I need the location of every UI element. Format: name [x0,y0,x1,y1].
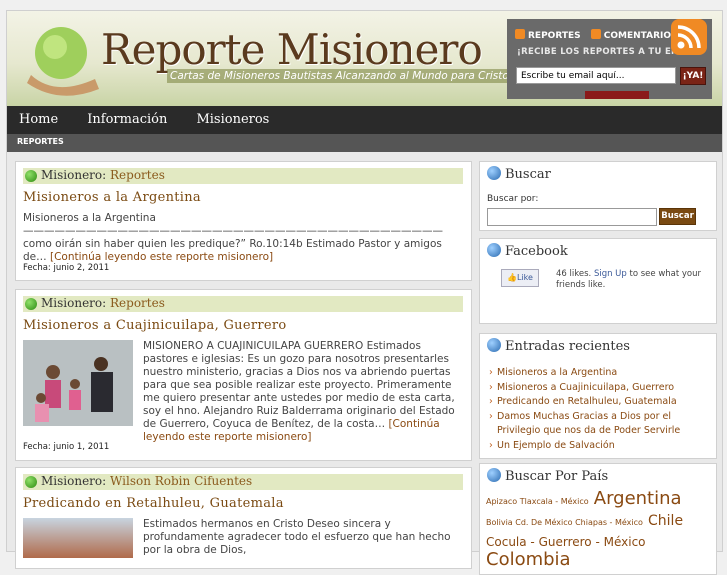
facebook-signup-link[interactable]: Sign Up [594,269,627,279]
search-widget: Buscar Buscar por: Buscar [479,161,717,231]
country-tag-cloud: Apizaco Tlaxcala - México Argentina Boli… [486,490,712,569]
post-excerpt: Estimados hermanos en Cristo Deseo since… [143,518,451,556]
subnav-reportes[interactable]: REPORTES [17,137,64,146]
country-tag[interactable]: Apizaco Tlaxcala - México [486,497,589,506]
subscribe-button[interactable]: ¡YA! [680,67,706,85]
widget-heading: Facebook [487,243,568,259]
recent-post-link[interactable]: Misioneros a la Argentina [489,366,697,381]
post-excerpt: Misioneros a la Argentina ——————————————… [23,212,443,263]
post-title[interactable]: Misioneros a Cuajinicuilapa, Guerrero [23,318,286,333]
country-tag[interactable]: Colombia [486,549,571,570]
rss-icon [590,29,601,39]
read-more-link[interactable]: [Continúa leyendo este reporte misionero… [50,251,273,263]
search-label: Buscar por: [487,194,539,204]
family-photo [23,340,133,426]
church-photo [23,518,133,558]
globe-icon [487,166,501,180]
recent-posts-widget: Entradas recientes Misioneros a la Argen… [479,333,717,459]
post-category-bar: Misionero: Wilson Robin Cifuentes [23,474,463,490]
recent-posts-list: Misioneros a la Argentina Misioneros a C… [489,366,697,453]
page-frame: Reporte Misionero Cartas de Misioneros B… [6,10,723,575]
widget-heading: Buscar [487,166,551,182]
rss-symbol-icon [677,25,701,49]
globe-in-hands-logo [27,27,99,96]
recent-post-link[interactable]: Predicando en Retalhuleu, Guatemala [489,395,697,410]
family-photo-image [23,340,133,426]
post-excerpt: MISIONERO A CUAJINICUILAPA GUERRERO Esti… [143,340,455,443]
category-link[interactable]: Wilson Robin Cifuentes [110,474,252,488]
post-category-bar: Misionero: Reportes [23,296,463,312]
email-input[interactable] [516,67,676,84]
facebook-widget: Facebook 👍Like 46 likes. Sign Up to see … [479,238,717,324]
globe-icon [487,468,501,482]
globe-icon [487,338,501,352]
green-bullet-icon [25,170,37,182]
post-date: Fecha: junio 2, 2011 [23,263,110,273]
recent-post-link[interactable]: Damos Muchas Gracias a Dios por el Privi… [489,410,697,439]
post: Misionero: Reportes Misioneros a la Arge… [15,161,472,281]
nav-misioneros[interactable]: Misioneros [184,106,281,134]
category-link[interactable]: Reportes [110,296,165,310]
nav-informacion[interactable]: Información [75,106,179,134]
post-title[interactable]: Predicando en Retalhuleu, Guatemala [23,496,284,511]
recent-post-link[interactable]: Misioneros a Cuajinicuilapa, Guerrero [489,381,697,396]
widget-heading: Entradas recientes [487,338,630,354]
site-header: Reporte Misionero Cartas de Misioneros B… [7,11,722,106]
post-date: Fecha: junio 1, 2011 [23,442,110,452]
country-tag[interactable]: Chile [648,513,683,529]
sub-nav: REPORTES [7,134,722,152]
search-input[interactable] [487,208,657,226]
green-bullet-icon [25,298,37,310]
country-tag[interactable]: Bolivia Cd. De México Chiapas - México [486,518,643,527]
site-title[interactable]: Reporte Misionero [101,25,483,74]
comentarios-feed-link[interactable]: COMENTARIOS [604,31,678,41]
reportes-feed-link[interactable]: REPORTES [528,31,581,41]
thumbs-up-icon: 👍 [507,273,517,282]
rss-icon [515,29,525,39]
post-category-bar: Misionero: Reportes [23,168,463,184]
country-tag[interactable]: Argentina [594,488,682,509]
facebook-like-button[interactable]: 👍Like [501,269,539,287]
nav-home[interactable]: Home [7,106,70,134]
globe-icon [487,243,501,257]
post-category: Misionero: Wilson Robin Cifuentes [41,474,253,488]
post-title[interactable]: Misioneros a la Argentina [23,190,201,205]
country-tag[interactable]: Cocula - Guerrero - México [486,535,646,549]
green-bullet-icon [25,476,37,488]
post: Misionero: Reportes Misioneros a Cuajini… [15,289,472,461]
post-category: Misionero: Reportes [41,168,165,182]
rss-feed-icon[interactable] [671,19,707,55]
feed-links: REPORTES COMENTARIOS [515,29,684,41]
facebook-like-text: 46 likes. Sign Up to see what your frien… [556,269,702,290]
site-tagline: Cartas de Misioneros Bautistas Alcanzand… [167,69,512,83]
main-nav: Home Información Misioneros [7,106,722,134]
widget-heading: Buscar Por País [487,468,608,484]
post-category: Misionero: Reportes [41,296,165,310]
post: Misionero: Wilson Robin Cifuentes Predic… [15,467,472,569]
subscribe-bar [585,91,649,99]
country-tags-widget: Buscar Por País Apizaco Tlaxcala - Méxic… [479,463,717,575]
recent-post-link[interactable]: Un Ejemplo de Salvación [489,439,697,454]
search-button[interactable]: Buscar [659,208,696,225]
category-link[interactable]: Reportes [110,168,165,182]
